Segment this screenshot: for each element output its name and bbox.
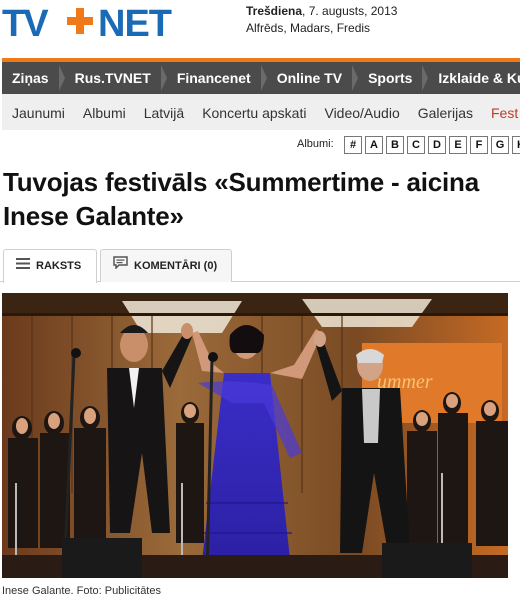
album-letter-g[interactable]: G: [491, 136, 509, 154]
album-letter-f[interactable]: F: [470, 136, 488, 154]
subnav-item-festivali[interactable]: Fest: [491, 94, 518, 130]
nav-item-rus-tvnet[interactable]: Rus.TVNET: [65, 62, 168, 94]
nav-item-izklaide[interactable]: Izklaide & Kult: [428, 62, 520, 94]
article-photo[interactable]: ummer: [2, 293, 508, 578]
album-letter-c[interactable]: C: [407, 136, 425, 154]
subnav-item-albumi[interactable]: Albumi: [83, 94, 126, 130]
nav-item-sports[interactable]: Sports: [358, 62, 429, 94]
svg-text:TV: TV: [2, 3, 49, 45]
subnav-item-video-audio[interactable]: Video/Audio: [324, 94, 399, 130]
subnav-item-koncertu-apskati[interactable]: Koncertu apskati: [202, 94, 306, 130]
album-letter-e[interactable]: E: [449, 136, 467, 154]
photo-caption: Inese Galante. Foto: Publicitātes: [2, 585, 161, 597]
nav-item-zinas[interactable]: Ziņas: [2, 62, 65, 94]
album-letter-a[interactable]: A: [365, 136, 383, 154]
article-title: Tuvojas festivāls «Summertime - aicina I…: [3, 167, 480, 231]
subnav-item-jaunumi[interactable]: Jaunumi: [12, 94, 65, 130]
main-navigation: Ziņas Rus.TVNET Financenet Online TV Sports I…: [2, 62, 520, 94]
tab-article-label: RAKSTS: [36, 260, 82, 272]
list-icon: [16, 250, 30, 282]
nav-item-financenet[interactable]: Financenet: [167, 62, 267, 94]
date-text: , 7. augusts, 2013: [302, 4, 398, 18]
tab-article[interactable]: RAKSTS: [3, 249, 97, 283]
albumi-label: Albumi:: [297, 138, 334, 150]
album-letter-h[interactable]: H: [512, 136, 520, 154]
tvnet-logo[interactable]: TV NET: [0, 0, 215, 46]
name-days: Alfrēds, Madars, Fredis: [246, 21, 371, 35]
tab-comments-label: KOMENTĀRI (0): [134, 260, 218, 272]
album-letter-b[interactable]: B: [386, 136, 404, 154]
tvnet-logo-graphic: TV NET: [2, 3, 173, 45]
svg-text:NET: NET: [98, 3, 172, 45]
album-letter-hash[interactable]: #: [344, 136, 362, 154]
concert-photo-graphic: ummer: [2, 293, 508, 578]
nav-item-online-tv[interactable]: Online TV: [267, 62, 359, 94]
album-letter-d[interactable]: D: [428, 136, 446, 154]
comment-icon: [113, 250, 128, 282]
tab-comments[interactable]: KOMENTĀRI (0): [100, 249, 232, 282]
current-date: Trešdiena, 7. augusts, 2013: [246, 4, 397, 18]
weekday: Trešdiena: [246, 4, 303, 18]
subnav-item-galerijas[interactable]: Galerijas: [418, 94, 473, 130]
subnav-item-latvija[interactable]: Latvijā: [144, 94, 184, 130]
sub-navigation: Jaunumi Albumi Latvijā Koncertu apskati Vide…: [2, 94, 520, 130]
album-letter-index: #ABCDEFGH: [344, 136, 520, 154]
